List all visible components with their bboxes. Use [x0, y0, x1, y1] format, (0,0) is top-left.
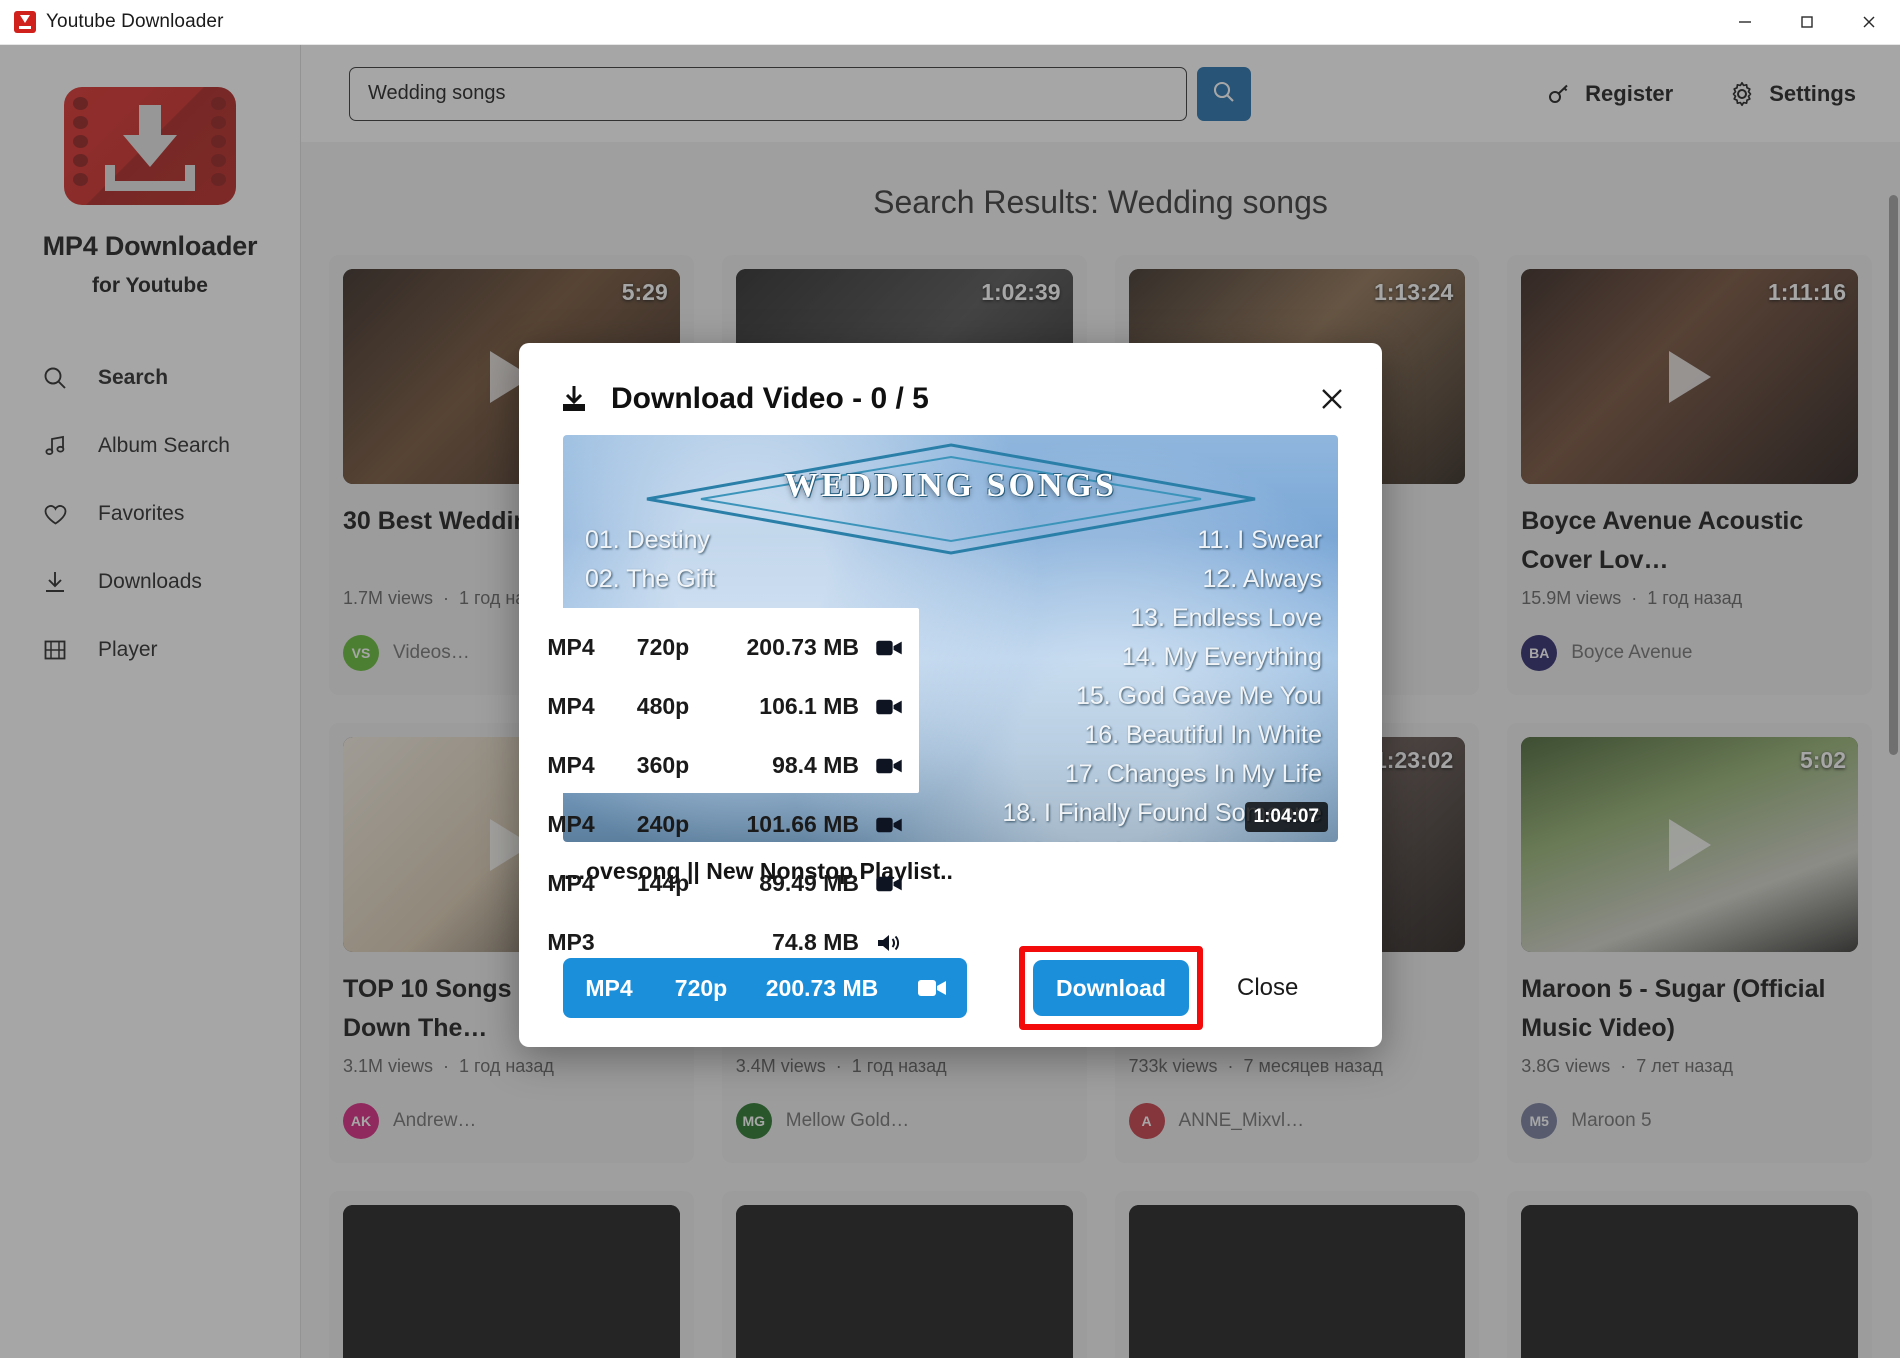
tracklist-item: 16. Beautiful In White [1084, 721, 1322, 749]
video-icon [859, 815, 919, 835]
app-window: Youtube Downloader MP4 Downloader for Yo… [0, 0, 1900, 1358]
download-button-highlight: Download [1019, 946, 1203, 1030]
maximize-button[interactable] [1776, 0, 1838, 45]
format-size: 106.1 MB [759, 693, 859, 719]
video-icon [897, 977, 967, 999]
format-quality: 240p [636, 811, 690, 837]
selected-format-size: 200.73 MB [765, 974, 879, 1001]
close-window-button[interactable] [1838, 0, 1900, 45]
download-icon [557, 382, 591, 416]
format-type: MP3 [547, 929, 595, 955]
format-quality: 480p [636, 693, 690, 719]
format-option[interactable]: MP3 74.8 MB [525, 913, 919, 972]
format-option[interactable]: MP4 360p 98.4 MB [525, 736, 919, 795]
tracklist-item: 14. My Everything [1121, 643, 1322, 671]
format-dropdown-menu: MP4 720p 200.73 MB MP4 480p 106.1 MB MP4 360p 98… [525, 608, 919, 955]
format-option[interactable]: MP4 144p 89.49 MB [525, 854, 919, 913]
window-title: Youtube Downloader [46, 11, 224, 32]
format-option[interactable]: MP4 240p 101.66 MB [525, 795, 919, 854]
close-icon[interactable] [1312, 379, 1352, 419]
video-icon [859, 874, 919, 894]
format-type: MP4 [547, 870, 595, 896]
window-titlebar: Youtube Downloader [0, 0, 1900, 45]
tracklist-item: 19. Thank God I Found You [1002, 833, 1322, 842]
format-option[interactable]: MP4 480p 106.1 MB [525, 677, 919, 736]
format-size: 89.49 MB [759, 870, 859, 896]
format-size: 98.4 MB [772, 752, 859, 778]
format-type: MP4 [547, 634, 595, 660]
thumbnail-duration-badge: 1:04:07 [1244, 802, 1328, 832]
tracklist-item: 11. I Swear [1197, 526, 1322, 554]
selected-format-type: MP4 [585, 974, 633, 1001]
format-type: MP4 [547, 693, 595, 719]
format-size: 101.66 MB [746, 811, 859, 837]
format-size: 200.73 MB [746, 634, 859, 660]
format-quality: 720p [636, 634, 690, 660]
video-icon [859, 697, 919, 717]
window-controls [1714, 0, 1900, 45]
minimize-button[interactable] [1714, 0, 1776, 45]
modal-header: Download Video - 0 / 5 [519, 343, 1382, 427]
app-icon [14, 11, 36, 33]
format-option[interactable]: MP4 720p 200.73 MB [525, 618, 919, 677]
selected-format-quality: 720p [674, 974, 728, 1001]
tracklist-item: 12. Always [1202, 565, 1322, 593]
format-type: MP4 [547, 752, 595, 778]
tracklist-item: 13. Endless Love [1130, 604, 1322, 632]
audio-icon [859, 932, 919, 954]
format-type: MP4 [547, 811, 595, 837]
close-button[interactable]: Close [1237, 974, 1298, 1002]
tracklist-item: 15. God Gave Me You [1075, 682, 1322, 710]
modal-title: Download Video - 0 / 5 [611, 382, 929, 415]
format-size: 74.8 MB [772, 929, 859, 955]
thumbnail-heading: WEDDING SONGS [784, 467, 1117, 504]
video-icon [859, 638, 919, 658]
format-quality: 144p [636, 870, 690, 896]
tracklist-item: 17. Changes In My Life [1064, 760, 1322, 788]
tracklist-item: 02. The Gift [585, 565, 716, 593]
video-icon [859, 756, 919, 776]
format-quality: 360p [636, 752, 690, 778]
thumbnail-tracklist-right: 11. I Swear 12. Always 13. Endless Love 14.… [1002, 521, 1322, 842]
download-button[interactable]: Download [1033, 960, 1189, 1016]
thumbnail-tracklist-left: 01. Destiny 02. The Gift [585, 521, 715, 599]
tracklist-item: 01. Destiny [585, 526, 711, 554]
